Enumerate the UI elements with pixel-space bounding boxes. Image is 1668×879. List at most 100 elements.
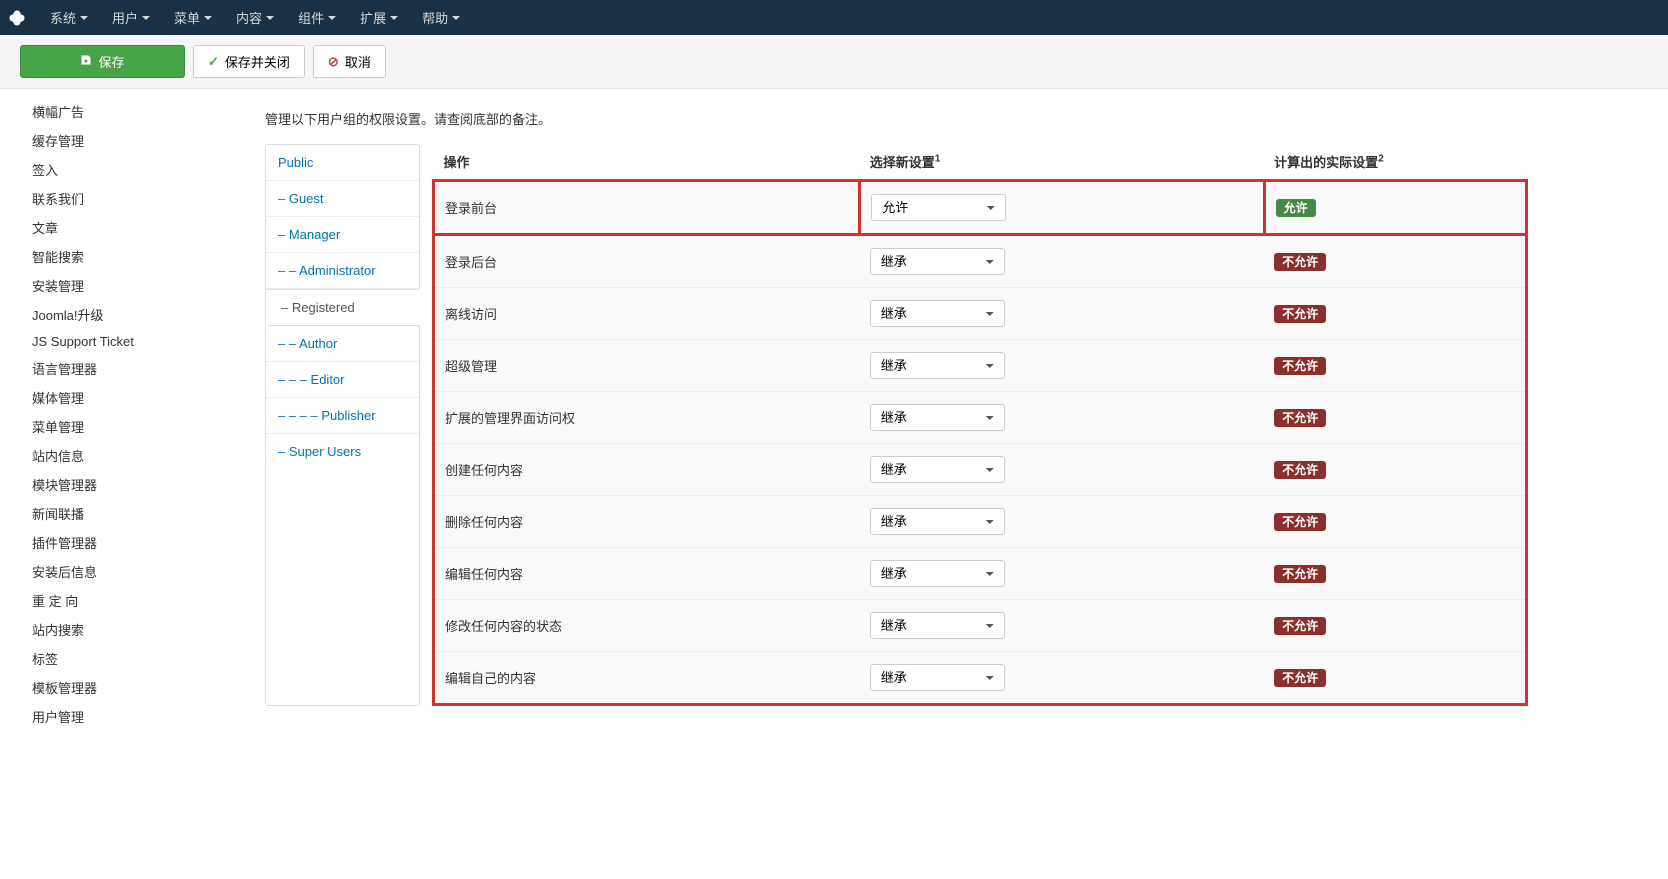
col-action-header: 操作 xyxy=(434,144,860,181)
sidebar-item-17[interactable]: 重 定 向 xyxy=(32,586,223,615)
select-cell: 继承允许拒绝 xyxy=(860,496,1264,548)
main-area: 横幅广告缓存管理签入联系我们文章智能搜索安装管理Joomla!升级JS Supp… xyxy=(0,89,1668,739)
sidebar-item-3[interactable]: 联系我们 xyxy=(32,184,223,213)
usergroup-tab-manager[interactable]: – Manager xyxy=(266,217,419,253)
permission-row: 扩展的管理界面访问权继承允许拒绝 不允许 xyxy=(434,392,1527,444)
permissions-table: 操作 选择新设置1 计算出的实际设置2 登录前台继承允许拒绝允许登录后台继承允许… xyxy=(432,144,1528,706)
permission-select[interactable]: 继承允许拒绝 xyxy=(870,300,1005,327)
permission-row: 编辑自己的内容继承允许拒绝 不允许 xyxy=(434,652,1527,705)
caret-icon xyxy=(390,16,398,20)
sidebar-item-9[interactable]: 语言管理器 xyxy=(32,354,223,383)
permission-select[interactable]: 继承允许拒绝 xyxy=(870,560,1005,587)
sidebar-item-18[interactable]: 站内搜索 xyxy=(32,615,223,644)
permission-select[interactable]: 继承允许拒绝 xyxy=(870,456,1005,483)
save-label: 保存 xyxy=(98,52,124,71)
sidebar-item-4[interactable]: 文章 xyxy=(32,213,223,242)
sidebar-item-5[interactable]: 智能搜索 xyxy=(32,242,223,271)
permission-row: 创建任何内容继承允许拒绝不允许 xyxy=(434,444,1527,496)
save-close-label: 保存并关闭 xyxy=(225,52,290,71)
caret-icon xyxy=(328,16,336,20)
sidebar-item-8[interactable]: JS Support Ticket xyxy=(32,329,223,354)
sidebar-item-10[interactable]: 媒体管理 xyxy=(32,383,223,412)
top-navbar: 系统 用户 菜单 内容 组件 扩展 帮助 xyxy=(0,0,1668,35)
save-button[interactable]: 保存 xyxy=(20,45,185,78)
sidebar-item-16[interactable]: 安装后信息 xyxy=(32,557,223,586)
permission-row: 超级管理继承允许拒绝 不允许 xyxy=(434,340,1527,392)
computed-cell: 不允许 xyxy=(1264,392,1526,444)
usergroup-tab-administrator[interactable]: – – Administrator xyxy=(266,253,419,289)
cancel-button[interactable]: ⊘ 取消 xyxy=(313,45,386,78)
permission-row: 编辑任何内容继承允许拒绝 不允许 xyxy=(434,548,1527,600)
usergroup-tab-publisher[interactable]: – – – – Publisher xyxy=(266,398,419,434)
sidebar-item-7[interactable]: Joomla!升级 xyxy=(32,300,223,329)
toolbar: 保存 ✓ 保存并关闭 ⊘ 取消 xyxy=(0,35,1668,89)
save-close-button[interactable]: ✓ 保存并关闭 xyxy=(193,45,305,78)
action-cell: 扩展的管理界面访问权 xyxy=(434,392,860,444)
sidebar-item-11[interactable]: 菜单管理 xyxy=(32,412,223,441)
usergroup-tab-author[interactable]: – – Author xyxy=(266,326,419,362)
content: 管理以下用户组的权限设置。请查阅底部的备注。 Public– Guest– Ma… xyxy=(235,89,1668,739)
action-cell: 编辑自己的内容 xyxy=(434,652,860,705)
computed-cell: 不允许 xyxy=(1264,288,1526,340)
computed-cell: 不允许 xyxy=(1264,340,1526,392)
intro-text: 管理以下用户组的权限设置。请查阅底部的备注。 xyxy=(265,109,1528,128)
navbar-item-6[interactable]: 帮助 xyxy=(410,0,472,35)
permission-select[interactable]: 继承允许拒绝 xyxy=(870,248,1005,275)
permission-select[interactable]: 继承允许拒绝 xyxy=(870,352,1005,379)
col-computed-header: 计算出的实际设置2 xyxy=(1264,144,1526,181)
navbar-item-1[interactable]: 用户 xyxy=(100,0,162,35)
permission-select[interactable]: 继承允许拒绝 xyxy=(870,612,1005,639)
sidebar-item-12[interactable]: 站内信息 xyxy=(32,441,223,470)
select-cell: 继承允许拒绝 xyxy=(860,235,1264,288)
computed-cell: 不允许 xyxy=(1264,652,1526,705)
denied-badge: 不允许 xyxy=(1274,409,1326,427)
select-cell: 继承允许拒绝 xyxy=(860,340,1264,392)
joomla-logo-icon[interactable] xyxy=(8,9,26,27)
select-cell: 继承允许拒绝 xyxy=(860,181,1264,235)
select-cell: 继承允许拒绝 xyxy=(860,652,1264,705)
permission-select[interactable]: 继承允许拒绝 xyxy=(870,404,1005,431)
navbar-item-2[interactable]: 菜单 xyxy=(162,0,224,35)
sidebar-item-15[interactable]: 插件管理器 xyxy=(32,528,223,557)
permissions-wrapper: Public– Guest– Manager– – Administrator–… xyxy=(265,144,1528,706)
denied-badge: 不允许 xyxy=(1274,253,1326,271)
sidebar-item-21[interactable]: 用户管理 xyxy=(32,702,223,731)
computed-cell: 不允许 xyxy=(1264,600,1526,652)
sidebar-item-14[interactable]: 新闻联播 xyxy=(32,499,223,528)
usergroup-tab-registered[interactable]: – Registered xyxy=(266,289,420,326)
select-cell: 继承允许拒绝 xyxy=(860,288,1264,340)
usergroup-tab-public[interactable]: Public xyxy=(266,145,419,181)
action-cell: 离线访问 xyxy=(434,288,860,340)
permission-row: 删除任何内容继承允许拒绝不允许 xyxy=(434,496,1527,548)
navbar-item-3[interactable]: 内容 xyxy=(224,0,286,35)
permission-select[interactable]: 继承允许拒绝 xyxy=(870,508,1005,535)
navbar-item-5[interactable]: 扩展 xyxy=(348,0,410,35)
permission-row: 登录后台继承允许拒绝不允许 xyxy=(434,235,1527,288)
usergroup-tab-editor[interactable]: – – – Editor xyxy=(266,362,419,398)
action-cell: 超级管理 xyxy=(434,340,860,392)
permission-select[interactable]: 继承允许拒绝 xyxy=(871,194,1006,221)
usergroup-tab-guest[interactable]: – Guest xyxy=(266,181,419,217)
action-cell: 登录前台 xyxy=(434,181,860,235)
sidebar-item-1[interactable]: 缓存管理 xyxy=(32,126,223,155)
action-cell: 编辑任何内容 xyxy=(434,548,860,600)
usergroup-tab-super-users[interactable]: – Super Users xyxy=(266,434,419,469)
sidebar-item-2[interactable]: 签入 xyxy=(32,155,223,184)
check-icon: ✓ xyxy=(208,54,219,70)
sidebar-item-13[interactable]: 模块管理器 xyxy=(32,470,223,499)
permission-row: 离线访问继承允许拒绝 不允许 xyxy=(434,288,1527,340)
navbar-item-4[interactable]: 组件 xyxy=(286,0,348,35)
sidebar-item-20[interactable]: 模板管理器 xyxy=(32,673,223,702)
sidebar-item-6[interactable]: 安装管理 xyxy=(32,271,223,300)
permission-select[interactable]: 继承允许拒绝 xyxy=(870,664,1005,691)
usergroup-tabs: Public– Guest– Manager– – Administrator–… xyxy=(265,144,420,706)
sidebar-item-0[interactable]: 横幅广告 xyxy=(32,97,223,126)
computed-cell: 不允许 xyxy=(1264,444,1526,496)
denied-badge: 不允许 xyxy=(1274,669,1326,687)
navbar-item-0[interactable]: 系统 xyxy=(38,0,100,35)
sidebar-item-19[interactable]: 标签 xyxy=(32,644,223,673)
select-cell: 继承允许拒绝 xyxy=(860,548,1264,600)
select-cell: 继承允许拒绝 xyxy=(860,444,1264,496)
denied-badge: 不允许 xyxy=(1274,617,1326,635)
denied-badge: 不允许 xyxy=(1274,565,1326,583)
